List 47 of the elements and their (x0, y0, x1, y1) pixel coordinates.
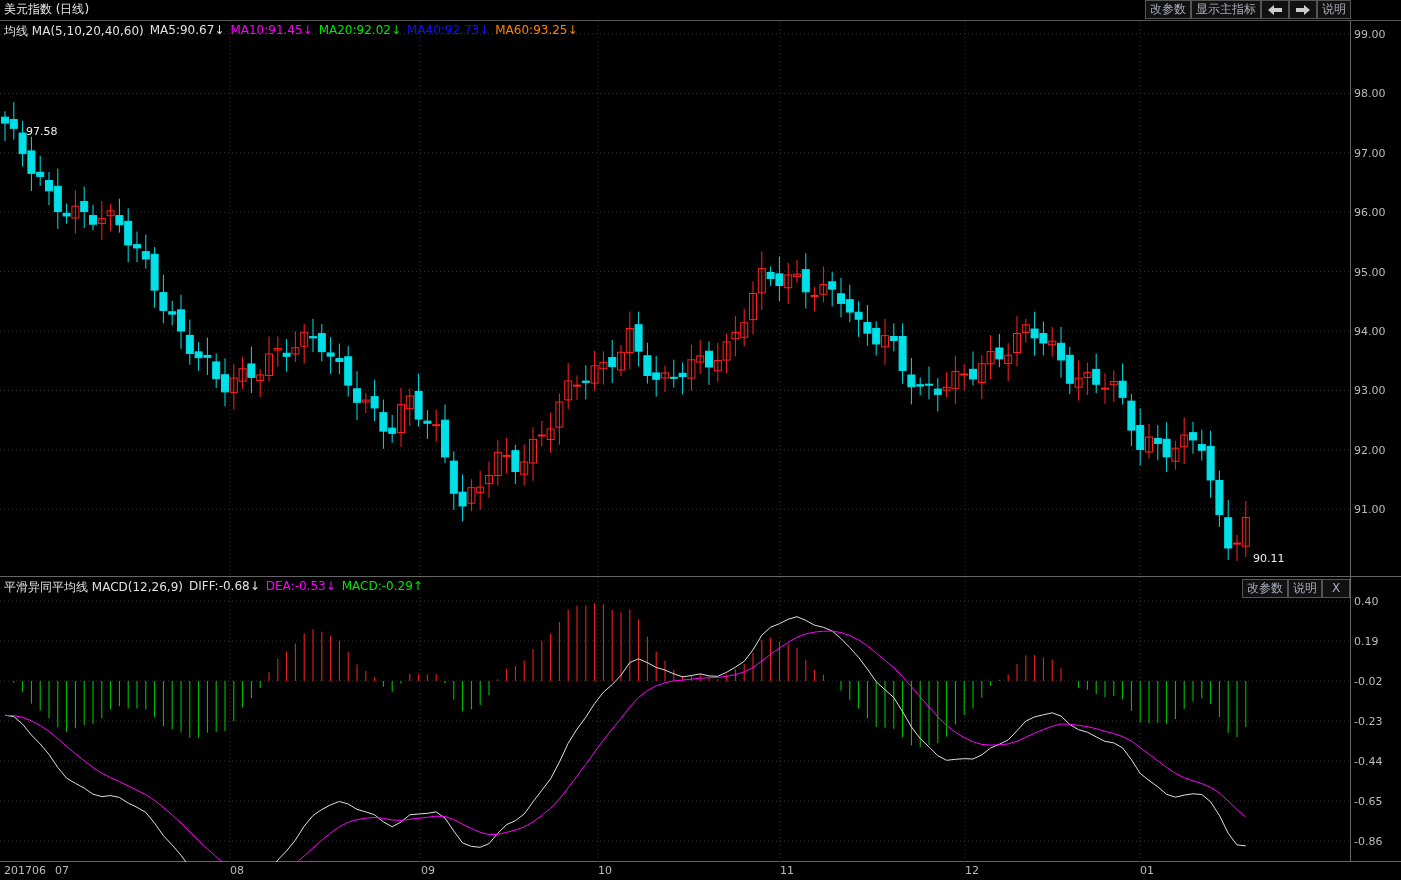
panel-button[interactable]: X (1322, 578, 1350, 598)
date-axis-label: 10 (598, 864, 612, 878)
date-axis-label: 201706 (4, 864, 46, 878)
toolbar-button[interactable]: 显示主指标 (1191, 0, 1261, 20)
indicator-value: MA20:92.02↓ (318, 22, 401, 39)
indicator-value: MACD:-0.29↑ (341, 578, 423, 595)
indicator-value: 平滑异同平均线 MACD(12,26,9) (4, 578, 183, 596)
panel-button[interactable]: 说明 (1288, 578, 1322, 598)
panel-button[interactable]: 改参数 (1242, 578, 1288, 598)
macd-axis-label: -0.86 (1354, 834, 1383, 848)
low-price-label: 90.11 (1253, 551, 1285, 565)
price-axis-label: 95.00 (1354, 265, 1386, 279)
macd-axis-label: -0.23 (1354, 714, 1383, 728)
date-axis-label: 09 (421, 864, 435, 878)
high-price-label: 97.58 (26, 124, 58, 138)
macd-axis-label: -0.44 (1354, 754, 1383, 768)
left-arrow-icon (1268, 4, 1282, 15)
left-arrow-button[interactable] (1261, 0, 1289, 20)
indicator-value: MA5:90.67↓ (149, 22, 225, 39)
macd-axis-label: -0.02 (1354, 674, 1383, 688)
macd-axis-label: 0.19 (1354, 634, 1379, 648)
date-axis-label: 11 (780, 864, 794, 878)
indicator-value: DEA:-0.53↓ (265, 578, 336, 595)
indicator-value: MA60:93.25↓ (495, 22, 578, 39)
price-axis-label: 94.00 (1354, 324, 1386, 338)
indicator-value: DIFF:-0.68↓ (188, 578, 260, 595)
right-arrow-icon (1296, 4, 1310, 15)
date-axis-label: 08 (230, 864, 244, 878)
price-axis-label: 97.00 (1354, 146, 1386, 160)
date-axis-label: 07 (55, 864, 69, 878)
chart-title: 美元指数 (日线) (3, 1, 90, 19)
price-axis-label: 99.00 (1354, 27, 1386, 41)
price-axis-label: 92.00 (1354, 443, 1386, 457)
indicator-value: MA10:91.45↓ (230, 22, 313, 39)
indicator-value: MA40:92.73↓ (406, 22, 490, 39)
toolbar-button[interactable]: 改参数 (1145, 0, 1191, 20)
toolbar-button[interactable]: 说明 (1317, 0, 1351, 20)
price-axis-label: 91.00 (1354, 502, 1386, 516)
indicator-value: 均线 MA(5,10,20,40,60) (4, 22, 144, 40)
right-arrow-button[interactable] (1289, 0, 1317, 20)
price-axis-label: 96.00 (1354, 205, 1386, 219)
date-axis-label: 12 (965, 864, 979, 878)
price-axis-label: 98.00 (1354, 86, 1386, 100)
macd-axis-label: -0.65 (1354, 794, 1383, 808)
date-axis-label: 01 (1140, 864, 1154, 878)
price-axis-label: 93.00 (1354, 383, 1386, 397)
macd-axis-label: 0.40 (1354, 594, 1379, 608)
